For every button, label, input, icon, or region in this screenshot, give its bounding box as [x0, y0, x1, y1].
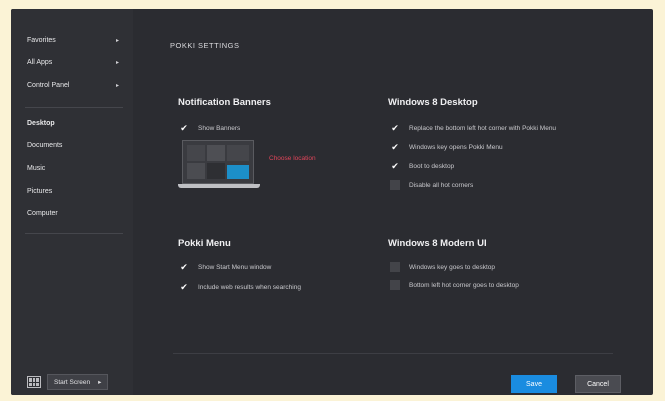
sidebar-item-music[interactable]: Music	[27, 165, 119, 172]
screen-preview	[182, 140, 254, 184]
windows-key-desktop-option[interactable]: Windows key goes to desktop	[390, 262, 495, 272]
checkbox-checked-icon[interactable]: ✔	[179, 262, 189, 272]
sidebar-item-computer[interactable]: Computer	[27, 210, 119, 217]
sidebar-item-desktop[interactable]: Desktop	[27, 120, 119, 127]
checkbox-checked-icon[interactable]: ✔	[179, 282, 189, 292]
save-button[interactable]: Save	[511, 375, 557, 393]
option-label: Windows key opens Pokki Menu	[409, 143, 503, 151]
cancel-button[interactable]: Cancel	[575, 375, 621, 393]
chevron-right-icon: ▸	[115, 83, 119, 89]
checkbox-checked-icon[interactable]: ✔	[390, 123, 400, 133]
sidebar-item-favorites[interactable]: Favorites ▸	[27, 37, 119, 44]
include-web-results-option[interactable]: ✔ Include web results when searching	[179, 282, 301, 292]
boot-to-desktop-option[interactable]: ✔ Boot to desktop	[390, 161, 454, 171]
banner-location-preview[interactable]	[178, 140, 260, 190]
show-banners-option[interactable]: ✔ Show Banners	[179, 123, 240, 133]
option-label: Bottom left hot corner goes to desktop	[409, 281, 519, 289]
disable-hot-corners-option[interactable]: Disable all hot corners	[390, 180, 473, 190]
chevron-right-icon: ▸	[115, 38, 119, 44]
bottom-left-corner-desktop-option[interactable]: Bottom left hot corner goes to desktop	[390, 280, 519, 290]
checkbox-unchecked-icon[interactable]	[390, 280, 400, 290]
option-label: Disable all hot corners	[409, 181, 474, 189]
sidebar-item-label: Computer	[27, 210, 58, 217]
chevron-right-icon: ▸	[98, 379, 102, 386]
option-label: Boot to desktop	[409, 162, 455, 170]
sidebar-item-label: Control Panel	[27, 82, 70, 89]
sidebar: Favorites ▸ All Apps ▸ Control Panel ▸ D…	[11, 9, 133, 395]
sidebar-item-label: All Apps	[27, 59, 53, 66]
sidebar-item-documents[interactable]: Documents	[27, 142, 119, 149]
section-heading-notification-banners: Notification Banners	[178, 97, 271, 108]
chevron-right-icon: ▸	[115, 60, 119, 66]
checkbox-checked-icon[interactable]: ✔	[390, 142, 400, 152]
sidebar-item-label: Music	[27, 165, 46, 172]
sidebar-item-label: Documents	[27, 142, 63, 149]
start-screen-button[interactable]: Start Screen ▸	[47, 374, 109, 390]
checkbox-checked-icon[interactable]: ✔	[179, 123, 189, 133]
settings-panel: POKKI SETTINGS Notification Banners ✔ Sh…	[133, 9, 653, 395]
banner-position-highlight	[227, 165, 249, 179]
sidebar-item-label: Favorites	[27, 37, 56, 44]
settings-window: Favorites ▸ All Apps ▸ Control Panel ▸ D…	[11, 9, 653, 395]
sidebar-item-label: Pictures	[27, 188, 53, 195]
option-label: Windows key goes to desktop	[409, 263, 495, 271]
start-screen-label: Start Screen	[54, 378, 91, 386]
sidebar-divider	[25, 233, 123, 234]
option-label: Show Banners	[198, 124, 241, 132]
show-start-menu-option[interactable]: ✔ Show Start Menu window	[179, 262, 271, 272]
page-title: POKKI SETTINGS	[170, 41, 240, 50]
laptop-base	[178, 184, 260, 188]
option-label: Include web results when searching	[198, 283, 301, 291]
start-area: Start Screen ▸	[27, 374, 109, 390]
sidebar-item-all-apps[interactable]: All Apps ▸	[27, 59, 119, 66]
windows-key-pokki-option[interactable]: ✔ Windows key opens Pokki Menu	[390, 142, 503, 152]
checkbox-checked-icon[interactable]: ✔	[390, 161, 400, 171]
sidebar-item-control-panel[interactable]: Control Panel ▸	[27, 82, 119, 89]
section-heading-pokki-menu: Pokki Menu	[178, 238, 231, 249]
sidebar-item-label: Desktop	[27, 120, 55, 127]
replace-hot-corner-option[interactable]: ✔ Replace the bottom left hot corner wit…	[390, 123, 556, 133]
checkbox-unchecked-icon[interactable]	[390, 180, 400, 190]
option-label: Replace the bottom left hot corner with …	[409, 124, 557, 132]
tiles-icon[interactable]	[27, 376, 41, 388]
section-heading-windows8-desktop: Windows 8 Desktop	[388, 97, 478, 108]
section-heading-windows8-modern-ui: Windows 8 Modern UI	[388, 238, 487, 249]
footer-divider	[173, 353, 613, 354]
sidebar-divider	[25, 107, 123, 108]
choose-location-link[interactable]: Choose location	[269, 154, 317, 163]
checkbox-unchecked-icon[interactable]	[390, 262, 400, 272]
sidebar-item-pictures[interactable]: Pictures	[27, 188, 119, 195]
option-label: Show Start Menu window	[198, 263, 272, 271]
